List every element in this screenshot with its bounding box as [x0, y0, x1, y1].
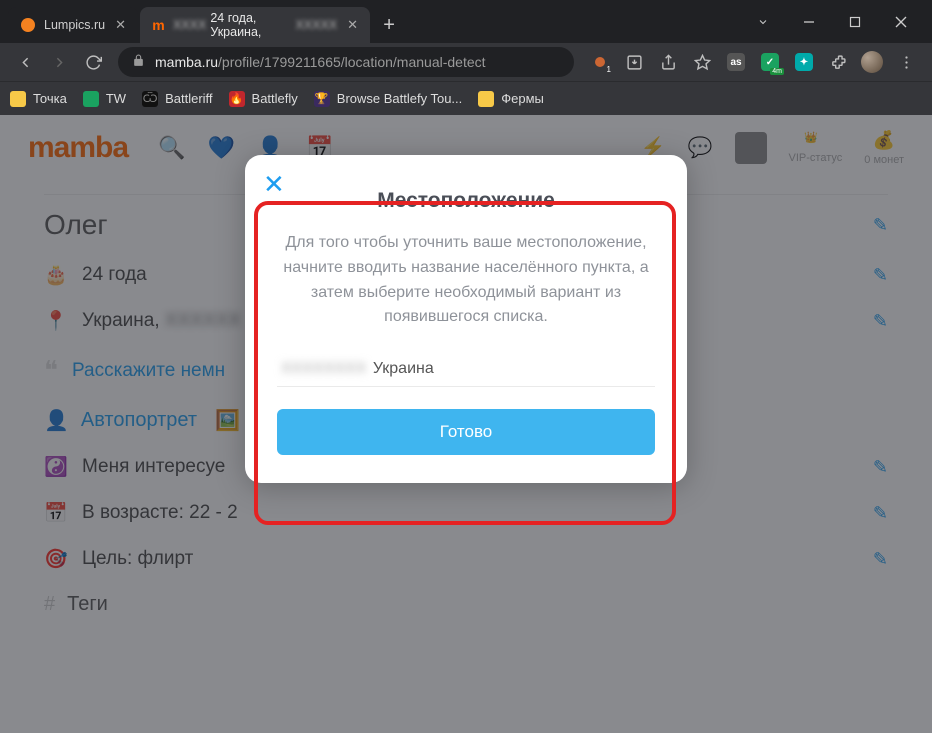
- modal-description: Для того чтобы уточнить ваше местоположе…: [245, 213, 687, 344]
- install-icon[interactable]: [618, 47, 650, 77]
- ext-green-icon[interactable]: ✓4m: [754, 47, 786, 77]
- forward-button[interactable]: [44, 47, 74, 77]
- tab-title-blur-prefix: XXXX: [173, 18, 206, 32]
- close-icon[interactable]: ✕: [347, 17, 358, 33]
- maximize-button[interactable]: [832, 7, 878, 37]
- extensions-icon[interactable]: [822, 47, 854, 77]
- bookmark-battlefy[interactable]: 🏆Browse Battlefy Tou...: [314, 91, 463, 107]
- modal-close-icon[interactable]: ✕: [263, 171, 285, 197]
- ext-lastfm-icon[interactable]: as: [720, 47, 752, 77]
- page-content: mamba 🔍 💙 👤 📅 ⚡ 💬 👑 VIP-статус: [0, 115, 932, 733]
- bookmarks-bar: Точка TW ѾBattleriff 🔥Battlefly 🏆Browse …: [0, 81, 932, 115]
- avatar[interactable]: [856, 47, 888, 77]
- minimize-button[interactable]: [786, 7, 832, 37]
- reload-button[interactable]: [78, 47, 108, 77]
- location-modal: ✕ Местоположение Для того чтобы уточнить…: [245, 155, 687, 483]
- chevron-down-icon[interactable]: [740, 7, 786, 37]
- tab-label: Lumpics.ru: [44, 18, 105, 32]
- bookmark-fermy[interactable]: Фермы: [478, 91, 544, 107]
- back-button[interactable]: [10, 47, 40, 77]
- tab-title-mid: 24 года, Украина,: [210, 11, 291, 39]
- favicon-mamba: m: [152, 17, 165, 33]
- ext-teal-icon[interactable]: ✦: [788, 47, 820, 77]
- kebab-menu-icon[interactable]: [890, 47, 922, 77]
- browser-window: Lumpics.ru ✕ m XXXX 24 года, Украина, XX…: [0, 0, 932, 733]
- submit-button[interactable]: Готово: [277, 409, 655, 455]
- share-icon[interactable]: [652, 47, 684, 77]
- bookmark-battleriff[interactable]: ѾBattleriff: [142, 91, 212, 107]
- favicon-lumpics: [20, 17, 36, 33]
- window-controls: [722, 0, 932, 43]
- new-tab-button[interactable]: +: [374, 10, 404, 40]
- tabs-strip: Lumpics.ru ✕ m XXXX 24 года, Украина, XX…: [0, 0, 722, 43]
- address-bar[interactable]: mamba.ru/profile/1799211665/location/man…: [118, 47, 574, 77]
- close-icon[interactable]: ✕: [115, 17, 126, 33]
- lock-icon: [132, 54, 145, 70]
- url-text: mamba.ru/profile/1799211665/location/man…: [155, 54, 486, 70]
- bookmark-star-icon[interactable]: [686, 47, 718, 77]
- close-window-button[interactable]: [878, 7, 924, 37]
- tab-lumpics[interactable]: Lumpics.ru ✕: [8, 7, 138, 43]
- ext-red-icon[interactable]: 1: [584, 47, 616, 77]
- bookmark-tochka[interactable]: Точка: [10, 91, 67, 107]
- bookmark-tw[interactable]: TW: [83, 91, 126, 107]
- modal-title: Местоположение: [245, 155, 687, 213]
- toolbar-actions: 1 as ✓4m ✦: [584, 47, 922, 77]
- location-input[interactable]: XXXXXXXX Украина: [277, 352, 655, 387]
- tab-title-blur-suffix: XXXXX: [295, 18, 337, 32]
- address-bar-row: mamba.ru/profile/1799211665/location/man…: [0, 43, 932, 81]
- tab-mamba[interactable]: m XXXX 24 года, Украина, XXXXX ✕: [140, 7, 370, 43]
- titlebar: Lumpics.ru ✕ m XXXX 24 года, Украина, XX…: [0, 0, 932, 43]
- bookmark-battlefly[interactable]: 🔥Battlefly: [229, 91, 298, 107]
